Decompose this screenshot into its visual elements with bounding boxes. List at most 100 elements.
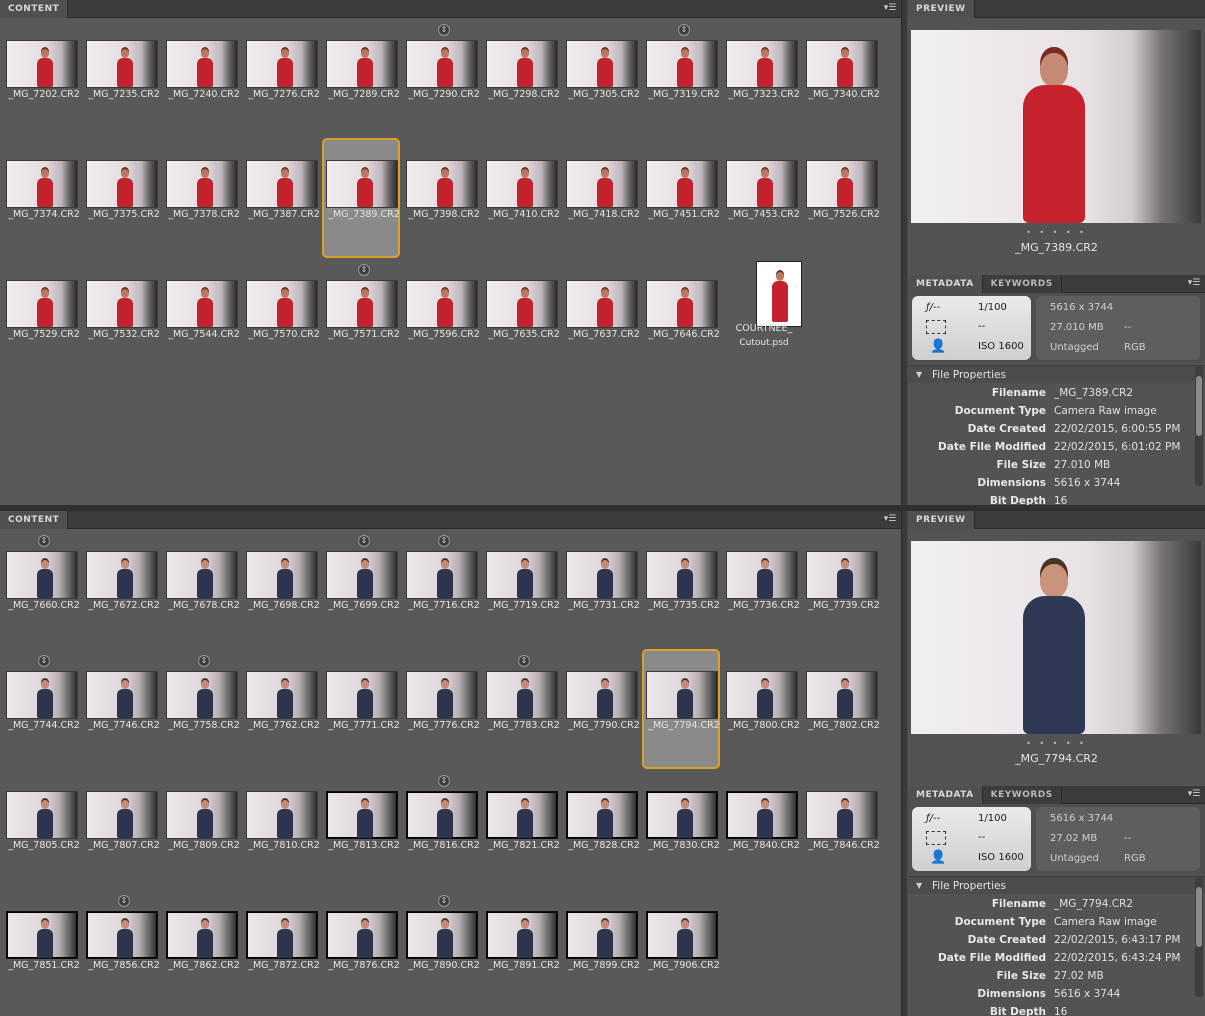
- thumbnail-cell[interactable]: _MG_7846.CR2: [804, 771, 884, 891]
- thumbnail-cell[interactable]: _MG_7731.CR2: [564, 531, 644, 651]
- thumbnail-cell[interactable]: _MG_7828.CR2: [564, 771, 644, 891]
- thumbnail-image[interactable]: [86, 671, 158, 719]
- thumbnail-cell[interactable]: ⇕ _MG_7856.CR2: [84, 891, 164, 1011]
- thumbnail-cell[interactable]: ⇕ _MG_7816.CR2: [404, 771, 484, 891]
- thumbnail-cell[interactable]: ⇕ _MG_7319.CR2: [644, 20, 724, 140]
- thumbnail-image[interactable]: [6, 160, 78, 208]
- thumbnail-cell[interactable]: _MG_7544.CR2: [164, 260, 244, 380]
- thumbnail-cell[interactable]: _MG_7202.CR2: [4, 20, 84, 140]
- stack-icon[interactable]: ⇕: [438, 535, 450, 547]
- stack-icon[interactable]: ⇕: [358, 264, 370, 276]
- thumbnail-cell[interactable]: _MG_7526.CR2: [804, 140, 884, 260]
- thumbnail-image[interactable]: [166, 551, 238, 599]
- thumbnail-cell[interactable]: _MG_7451.CR2: [644, 140, 724, 260]
- thumbnail-cell[interactable]: _MG_7340.CR2: [804, 20, 884, 140]
- thumbnail-cell[interactable]: _MG_7298.CR2: [484, 20, 564, 140]
- thumbnail-cell[interactable]: _MG_7418.CR2: [564, 140, 644, 260]
- thumbnail-image[interactable]: [86, 911, 158, 959]
- thumbnail-image[interactable]: [806, 160, 878, 208]
- thumbnail-cell[interactable]: _MG_7771.CR2: [324, 651, 404, 771]
- thumbnail-image[interactable]: [486, 911, 558, 959]
- thumbnail-cell[interactable]: _MG_7532.CR2: [84, 260, 164, 380]
- stack-icon[interactable]: ⇕: [38, 655, 50, 667]
- thumbnail-cell[interactable]: _MG_7570.CR2: [244, 260, 324, 380]
- thumbnail-image[interactable]: [486, 160, 558, 208]
- thumbnail-cell[interactable]: _MG_7872.CR2: [244, 891, 324, 1011]
- thumbnail-image[interactable]: [86, 791, 158, 839]
- file-properties-header[interactable]: ▼ File Properties: [908, 365, 1205, 383]
- thumbnail-image[interactable]: [406, 40, 478, 88]
- thumbnail-image[interactable]: [646, 911, 718, 959]
- keywords-tab[interactable]: KEYWORDS: [982, 275, 1062, 293]
- thumbnail-image[interactable]: [326, 280, 398, 328]
- thumbnail-image[interactable]: [566, 160, 638, 208]
- thumbnail-cell[interactable]: _MG_7276.CR2: [244, 20, 324, 140]
- thumbnail-image[interactable]: [406, 160, 478, 208]
- rating-dots[interactable]: • • • • •: [908, 228, 1205, 237]
- thumbnail-cell[interactable]: _MG_7736.CR2: [724, 531, 804, 651]
- thumbnail-image[interactable]: [246, 160, 318, 208]
- thumbnail-image[interactable]: [6, 791, 78, 839]
- thumbnail-image[interactable]: [566, 671, 638, 719]
- thumbnail-image[interactable]: [166, 40, 238, 88]
- thumbnail-cell[interactable]: _MG_7891.CR2: [484, 891, 564, 1011]
- metadata-tab[interactable]: METADATA: [908, 275, 983, 293]
- stack-icon[interactable]: ⇕: [438, 895, 450, 907]
- vertical-splitter[interactable]: [901, 511, 908, 1016]
- thumbnail-cell[interactable]: _MG_7821.CR2: [484, 771, 564, 891]
- rating-dots[interactable]: • • • • •: [908, 739, 1205, 748]
- panel-menu-icon[interactable]: ▾☰: [1187, 788, 1201, 800]
- thumbnail-image[interactable]: [166, 160, 238, 208]
- thumbnail-cell[interactable]: _MG_7240.CR2: [164, 20, 244, 140]
- thumbnail-image[interactable]: [6, 40, 78, 88]
- thumbnail-image[interactable]: [566, 791, 638, 839]
- thumbnail-cell[interactable]: _MG_7389.CR2: [322, 138, 400, 258]
- thumbnail-image[interactable]: [406, 911, 478, 959]
- preview-image[interactable]: [911, 541, 1201, 734]
- thumbnail-image[interactable]: [566, 40, 638, 88]
- thumbnail-image[interactable]: [6, 671, 78, 719]
- thumbnail-cell[interactable]: _MG_7375.CR2: [84, 140, 164, 260]
- thumbnail-cell[interactable]: _MG_7635.CR2: [484, 260, 564, 380]
- thumbnail-cell[interactable]: _MG_7762.CR2: [244, 651, 324, 771]
- thumbnail-cell[interactable]: _MG_7790.CR2: [564, 651, 644, 771]
- metadata-scrollbar[interactable]: [1195, 877, 1203, 997]
- thumbnail-cell[interactable]: _MG_7398.CR2: [404, 140, 484, 260]
- thumbnail-cell[interactable]: _MG_7735.CR2: [644, 531, 724, 651]
- thumbnail-image[interactable]: [756, 261, 802, 327]
- file-properties-header[interactable]: ▼ File Properties: [908, 876, 1205, 894]
- thumbnail-cell[interactable]: _MG_7305.CR2: [564, 20, 644, 140]
- thumbnail-image[interactable]: [326, 671, 398, 719]
- thumbnail-image[interactable]: [406, 280, 478, 328]
- thumbnail-cell[interactable]: ⇕ _MG_7290.CR2: [404, 20, 484, 140]
- thumbnail-image[interactable]: [806, 791, 878, 839]
- thumbnail-cell[interactable]: _MG_7805.CR2: [4, 771, 84, 891]
- metadata-tab[interactable]: METADATA: [908, 786, 983, 804]
- preview-tab[interactable]: PREVIEW: [908, 0, 975, 18]
- metadata-scrollbar[interactable]: [1195, 366, 1203, 486]
- thumbnail-cell[interactable]: ⇕ _MG_7744.CR2: [4, 651, 84, 771]
- thumbnail-image[interactable]: [806, 671, 878, 719]
- thumbnail-image[interactable]: [326, 160, 398, 208]
- thumbnail-image[interactable]: [806, 551, 878, 599]
- thumbnail-cell[interactable]: COURTNEE_ Cutout.psd: [724, 260, 804, 380]
- stack-icon[interactable]: ⇕: [198, 655, 210, 667]
- thumbnail-cell[interactable]: _MG_7840.CR2: [724, 771, 804, 891]
- thumbnail-cell[interactable]: _MG_7323.CR2: [724, 20, 804, 140]
- thumbnail-image[interactable]: [86, 40, 158, 88]
- thumbnail-cell[interactable]: _MG_7776.CR2: [404, 651, 484, 771]
- thumbnail-cell[interactable]: _MG_7851.CR2: [4, 891, 84, 1011]
- thumbnail-image[interactable]: [646, 160, 718, 208]
- thumbnail-cell[interactable]: _MG_7739.CR2: [804, 531, 884, 651]
- thumbnail-image[interactable]: [486, 40, 558, 88]
- thumbnail-image[interactable]: [646, 280, 718, 328]
- thumbnail-image[interactable]: [726, 160, 798, 208]
- thumbnail-cell[interactable]: _MG_7374.CR2: [4, 140, 84, 260]
- thumbnail-image[interactable]: [486, 791, 558, 839]
- preview-tab[interactable]: PREVIEW: [908, 511, 975, 529]
- thumbnail-cell[interactable]: _MG_7830.CR2: [644, 771, 724, 891]
- stack-icon[interactable]: ⇕: [118, 895, 130, 907]
- thumbnail-cell[interactable]: ⇕ _MG_7783.CR2: [484, 651, 564, 771]
- thumbnail-cell[interactable]: _MG_7809.CR2: [164, 771, 244, 891]
- thumbnail-image[interactable]: [246, 911, 318, 959]
